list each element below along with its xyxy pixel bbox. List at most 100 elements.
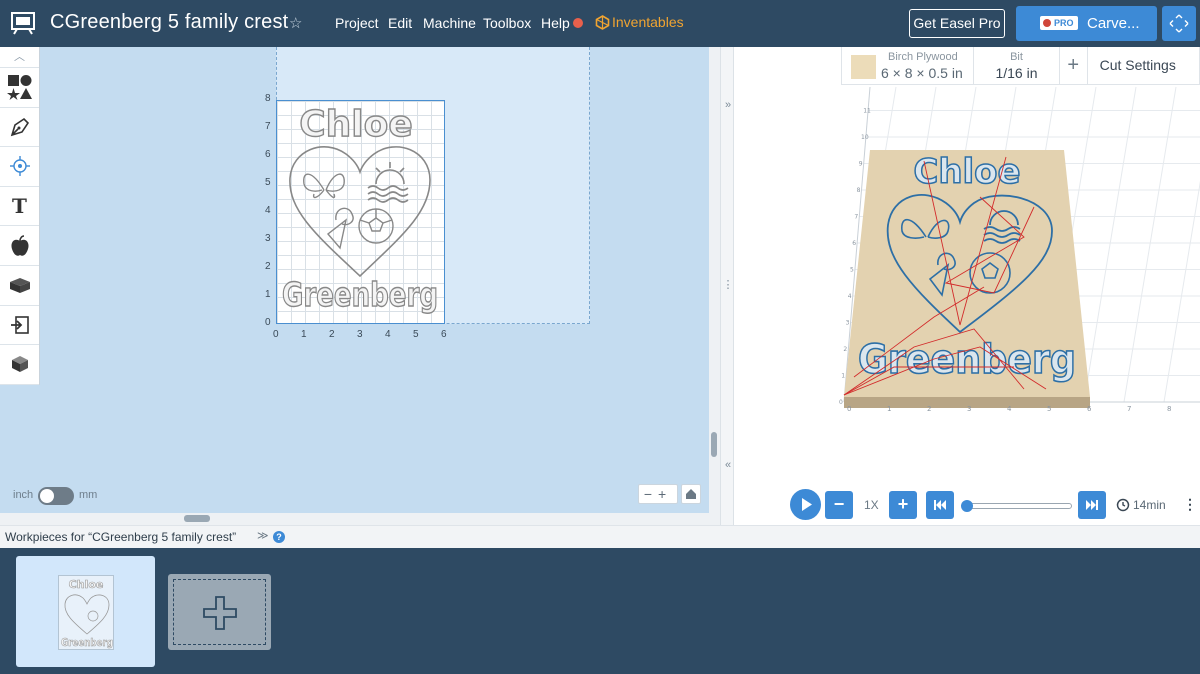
menu-help[interactable]: Help: [541, 15, 570, 31]
carve-preview[interactable]: Chloe Greenberg 012345678 0 1 2 3 4 5 6 7 8 9 10 11: [734, 47, 1200, 525]
add-workpiece-frame: [173, 579, 266, 645]
ice-cream-shape[interactable]: [326, 207, 354, 250]
thumb-heart: [64, 594, 110, 635]
y-tick-label: 7: [265, 121, 271, 132]
clock-icon: [1116, 498, 1130, 512]
thumb-ball: [87, 610, 99, 622]
expand-arrows-icon: [1169, 14, 1189, 33]
material-selector[interactable]: Birch Plywood 6 × 8 × 0.5 in: [842, 47, 975, 84]
star-outline-icon[interactable]: ☆: [289, 14, 302, 32]
play-button[interactable]: [790, 489, 821, 520]
alert-dot-icon: [1043, 19, 1051, 27]
workpiece-card[interactable]: Chloe Greenberg: [16, 556, 155, 667]
thumbnail-design: Chloe Greenberg: [61, 578, 114, 650]
design-bottom-text[interactable]: Greenberg: [281, 274, 438, 314]
add-bit-button[interactable]: +: [1060, 47, 1088, 84]
y-tick-label: 4: [265, 205, 271, 216]
easel-logo-icon[interactable]: [10, 11, 36, 35]
butterfly-shape[interactable]: [303, 173, 345, 199]
preview-y-tick: 11: [863, 108, 871, 115]
import-models-tool[interactable]: [0, 266, 39, 306]
preview-x-tick: 0: [847, 405, 851, 413]
unit-toggle[interactable]: [38, 487, 74, 505]
y-tick-label: 1: [265, 289, 271, 300]
material-bar: Birch Plywood 6 × 8 × 0.5 in Bit 1/16 in…: [841, 47, 1200, 85]
bit-value: 1/16 in: [995, 65, 1038, 81]
pen-tool[interactable]: [0, 108, 39, 148]
unit-mm-label: mm: [79, 489, 98, 501]
thumb-bottom-text: Greenberg: [61, 636, 113, 649]
expand-right-icon[interactable]: »: [721, 99, 735, 111]
menu-machine[interactable]: Machine: [423, 15, 476, 31]
preview-y-tick: 2: [843, 346, 847, 353]
get-easel-pro-button[interactable]: Get Easel Pro: [909, 9, 1005, 38]
preview-y-tick: 7: [854, 214, 858, 221]
material-name: Birch Plywood: [888, 51, 958, 63]
soccer-ball-shape[interactable]: [358, 208, 394, 244]
horizontal-scroll-thumb[interactable]: [184, 515, 210, 522]
faster-button[interactable]: +: [889, 491, 917, 519]
preview-scene[interactable]: Chloe Greenberg 012345678 01234567891011: [734, 47, 1200, 481]
design-workpiece[interactable]: Chloe Greenberg: [276, 100, 445, 324]
design-top-text[interactable]: Chloe: [299, 103, 414, 145]
tool-sidebar: ︿ T: [0, 47, 40, 385]
design-canvas[interactable]: Chloe Greenberg 876543210 0123456 ︿ T in…: [0, 47, 720, 525]
add-workpiece-button[interactable]: [168, 574, 271, 650]
drag-handle-icon[interactable]: ⋮: [721, 278, 735, 291]
crest-design[interactable]: Chloe Greenberg: [276, 100, 445, 324]
help-icon[interactable]: ?: [273, 531, 285, 543]
home-view-button[interactable]: [681, 484, 701, 504]
crosshair-icon: [9, 156, 30, 177]
sun-waves-shape[interactable]: [367, 162, 409, 203]
preview-y-tick: 6: [852, 240, 856, 247]
workpiece-thumbnail: Chloe Greenberg: [58, 575, 114, 650]
text-tool[interactable]: T: [0, 187, 39, 227]
x-tick-label: 4: [385, 329, 391, 340]
x-tick-label: 6: [441, 329, 447, 340]
menu-edit[interactable]: Edit: [388, 15, 412, 31]
x-tick-label: 3: [357, 329, 363, 340]
horizontal-scrollbar[interactable]: [0, 513, 709, 525]
estimated-time: 14min: [1133, 498, 1166, 512]
cut-settings-button[interactable]: Cut Settings: [1088, 47, 1199, 84]
preview-y-tick: 8: [857, 187, 861, 194]
preview-x-tick: 3: [967, 405, 971, 413]
rewind-button[interactable]: [926, 491, 954, 519]
preview-y-tick: 10: [861, 134, 869, 141]
import-tool[interactable]: [0, 306, 39, 346]
expand-left-icon[interactable]: «: [721, 459, 735, 471]
carve-label: Carve...: [1087, 15, 1140, 32]
x-tick-label: 1: [301, 329, 307, 340]
material-dimensions: 6 × 8 × 0.5 in: [881, 65, 963, 81]
notification-dot: [573, 18, 583, 28]
collapse-toolbar-button[interactable]: ︿: [0, 47, 39, 68]
heart-shape[interactable]: [289, 146, 431, 278]
more-options-icon[interactable]: ⋮: [1183, 496, 1197, 513]
blocks-icon: [9, 278, 30, 294]
pen-icon: [10, 117, 29, 137]
project-title[interactable]: CGreenberg 5 family crest: [50, 11, 288, 34]
preview-x-tick: 6: [1087, 405, 1092, 413]
progress-track[interactable]: [962, 503, 1072, 509]
y-tick-label: 5: [265, 177, 271, 188]
inventables-link[interactable]: Inventables: [595, 14, 684, 30]
target-tool[interactable]: [0, 147, 39, 187]
progress-knob[interactable]: [961, 500, 973, 512]
chevron-expand-icon[interactable]: ≫: [257, 529, 269, 542]
fast-forward-button[interactable]: [1078, 491, 1106, 519]
preview-x-tick: 4: [1007, 405, 1012, 413]
apps-tool[interactable]: [0, 226, 39, 266]
slower-button[interactable]: −: [825, 491, 853, 519]
menu-toolbox[interactable]: Toolbox: [483, 15, 531, 31]
zoom-controls[interactable]: −+: [638, 484, 678, 504]
vertical-scroll-thumb[interactable]: [711, 432, 717, 457]
shapes-icon: [6, 75, 32, 101]
shapes-tool[interactable]: [0, 68, 39, 108]
y-tick-label: 8: [265, 93, 271, 104]
panel-divider[interactable]: » ⋮ «: [720, 47, 734, 525]
menu-project[interactable]: Project: [335, 15, 379, 31]
bit-selector[interactable]: Bit 1/16 in: [974, 47, 1060, 84]
expand-button[interactable]: [1162, 6, 1196, 41]
carve-button[interactable]: PRO Carve...: [1016, 6, 1157, 41]
3d-view-tool[interactable]: [0, 345, 39, 385]
